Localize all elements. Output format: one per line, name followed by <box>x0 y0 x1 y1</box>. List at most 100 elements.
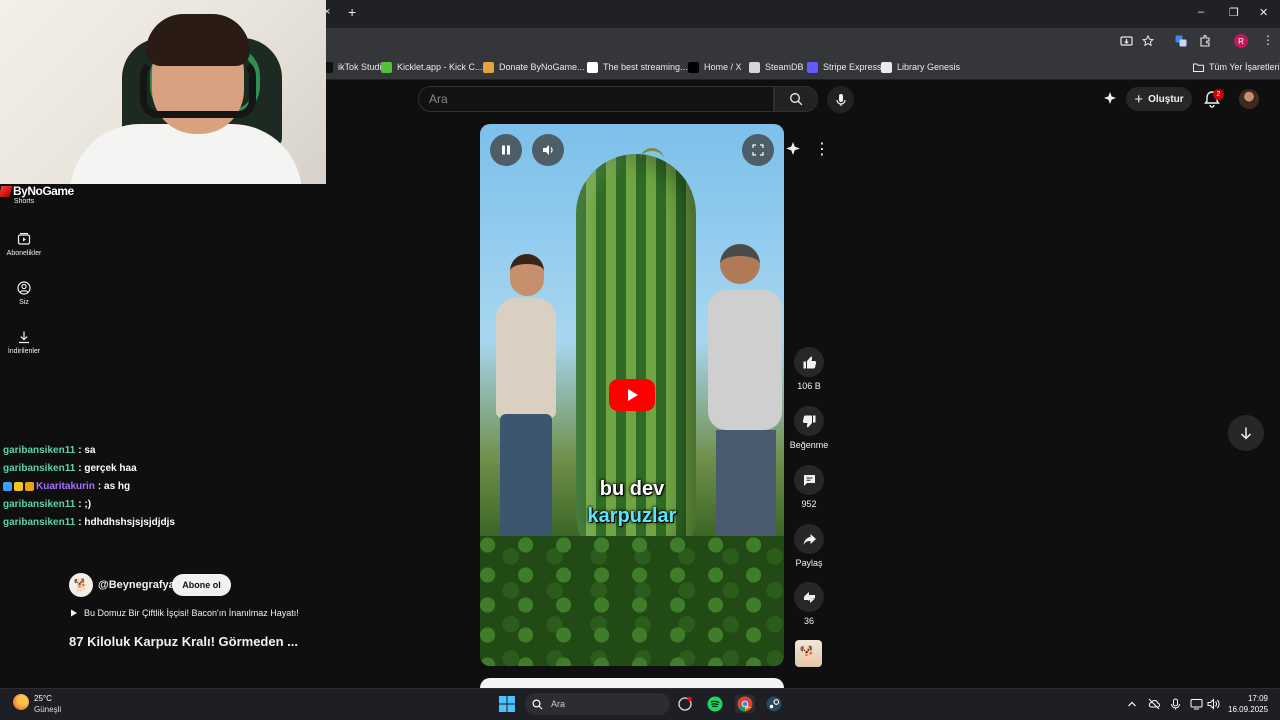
bookmark-label: Kicklet.app - Kick C... <box>397 62 483 72</box>
restore-window-button[interactable]: ❐ <box>1229 6 1239 19</box>
create-label: Oluştur <box>1148 93 1184 105</box>
caption-line-2: karpuzlar <box>587 505 677 527</box>
bookmark-label: ikTok Studio <box>338 62 387 72</box>
fullscreen-button[interactable] <box>742 134 774 166</box>
create-button[interactable]: + Oluştur <box>1126 87 1192 111</box>
new-tab-button[interactable]: + <box>348 4 356 20</box>
bookmark-item[interactable]: ikTok Studio <box>322 59 387 75</box>
taskbar-search-placeholder: Ara <box>551 699 566 709</box>
clock-date: 16.09.2025 <box>1228 705 1269 714</box>
brand-name: ByNoGame <box>13 184 74 198</box>
more-options-icon[interactable]: ⋮ <box>810 137 834 161</box>
chat-message: garibansiken11: ;) <box>3 499 91 510</box>
subscribe-button[interactable]: Abone ol <box>172 574 231 596</box>
like-button[interactable]: 106 B <box>788 347 830 391</box>
comments-button[interactable]: 952 <box>788 465 830 509</box>
play-icon <box>628 389 638 401</box>
caption-line-1: bu dev <box>599 478 665 500</box>
all-bookmarks-button[interactable]: Tüm Yer İşaretleri <box>1193 59 1280 75</box>
bookmark-item[interactable]: Donate ByNoGame... <box>483 59 585 75</box>
taskbar-clock[interactable]: 17:09 16.09.2025 <box>1228 693 1268 715</box>
bookmark-item[interactable]: SteamDB <box>749 59 804 75</box>
bookmark-item[interactable]: Stripe Express <box>807 59 882 75</box>
volume-button[interactable] <box>532 134 564 166</box>
channel-avatar[interactable]: 🐕 <box>69 573 93 597</box>
chat-text: : ;) <box>78 499 92 510</box>
bookmark-item[interactable]: Kicklet.app - Kick C... <box>381 59 483 75</box>
remix-icon <box>803 591 815 603</box>
chat-text: : as hg <box>97 481 131 492</box>
bookmark-item[interactable]: Home / X <box>688 59 742 75</box>
remix-button[interactable]: 36 <box>788 582 830 626</box>
search-input[interactable]: Ara <box>418 86 774 112</box>
remix-count: 36 <box>803 616 814 626</box>
plus-icon: + <box>1134 90 1144 108</box>
pause-button[interactable] <box>490 134 522 166</box>
weather-temperature[interactable]: 25°C <box>34 694 52 703</box>
widgets-button[interactable] <box>676 695 694 713</box>
sidebar-item-downloads[interactable]: İndirilenler <box>0 330 48 355</box>
install-app-icon[interactable] <box>1120 35 1133 48</box>
subscriptions-icon <box>17 232 31 245</box>
dislike-button[interactable]: Beğenme <box>788 406 830 450</box>
you-icon <box>17 281 31 295</box>
weather-sun-icon[interactable] <box>13 694 29 710</box>
sound-source-thumbnail[interactable]: 🐕 <box>795 640 822 667</box>
chat-message: Kuaritakurin: as hg <box>3 481 130 492</box>
steam-app[interactable] <box>765 695 783 713</box>
weather-condition[interactable]: Güneşli <box>34 705 61 714</box>
comment-icon <box>803 474 815 486</box>
sparkle-ai-icon[interactable] <box>1102 91 1118 107</box>
network-icon[interactable] <box>1190 698 1203 710</box>
next-video-button[interactable] <box>1228 415 1264 451</box>
spotify-app[interactable] <box>706 695 724 713</box>
close-window-button[interactable]: ✕ <box>1259 6 1268 19</box>
next-short-preview[interactable] <box>480 678 784 688</box>
ai-summary-icon[interactable] <box>784 140 802 158</box>
bookmark-item[interactable]: The best streaming... <box>587 59 688 75</box>
bookmark-star-icon[interactable] <box>1142 35 1154 47</box>
browser-menu-icon[interactable]: ⋮ <box>1262 33 1274 47</box>
webcam-overlay <box>0 0 326 184</box>
video-title[interactable]: 87 Kiloluk Karpuz Kralı! Görmeden ... <box>69 634 298 649</box>
windows-logo-icon <box>499 696 515 712</box>
chat-username: garibansiken11 <box>3 445 76 456</box>
bookmark-item[interactable]: Library Genesis <box>881 59 960 75</box>
bookmark-favicon-icon <box>483 61 494 73</box>
chat-text: : sa <box>78 445 96 456</box>
related-video-link[interactable]: Bu Domuz Bir Çiftlik İşçisi! Bacon'ın İn… <box>70 608 299 618</box>
video-caption: bu dev karpuzlar <box>480 476 784 530</box>
search-icon <box>790 93 803 106</box>
speaker-icon[interactable] <box>1207 698 1220 710</box>
dog-icon: 🐕 <box>799 645 818 661</box>
voice-search-button[interactable] <box>827 86 854 113</box>
share-button[interactable]: Paylaş <box>788 524 830 568</box>
related-video-title: Bu Domuz Bir Çiftlik İşçisi! Bacon'ın İn… <box>84 608 299 618</box>
bookmark-label: SteamDB <box>765 62 804 72</box>
bookmark-favicon-icon <box>881 61 892 73</box>
taskbar-search[interactable]: Ara <box>525 693 670 715</box>
channel-handle[interactable]: @Beynegrafya <box>98 579 175 591</box>
minimize-window-button[interactable]: – <box>1198 6 1204 18</box>
search-button[interactable] <box>774 86 818 112</box>
account-avatar[interactable] <box>1239 89 1259 109</box>
translate-icon[interactable] <box>1175 35 1187 47</box>
cloud-offline-icon[interactable] <box>1148 698 1160 710</box>
sidebar-item-you[interactable]: Siz <box>0 281 48 306</box>
profile-avatar-button[interactable]: R <box>1234 34 1248 48</box>
share-icon <box>803 533 816 545</box>
sidebar-item-subscriptions[interactable]: Abonelikler <box>0 232 48 257</box>
chrome-icon <box>737 696 753 712</box>
shorts-video-player[interactable]: bu dev karpuzlar <box>480 124 784 666</box>
chat-message: garibansiken11: sa <box>3 445 96 456</box>
extensions-icon[interactable] <box>1199 35 1211 47</box>
start-button[interactable] <box>498 695 516 713</box>
play-button[interactable] <box>609 379 655 411</box>
stream-brand-overlay: ByNoGame <box>0 183 74 199</box>
share-label: Paylaş <box>795 558 823 568</box>
crop-leaves <box>480 536 784 666</box>
chevron-up-icon[interactable] <box>1127 699 1137 709</box>
sidebar-item-shorts[interactable]: Shorts <box>0 198 48 205</box>
microphone-icon[interactable] <box>1170 698 1181 710</box>
chrome-app[interactable] <box>735 695 755 713</box>
